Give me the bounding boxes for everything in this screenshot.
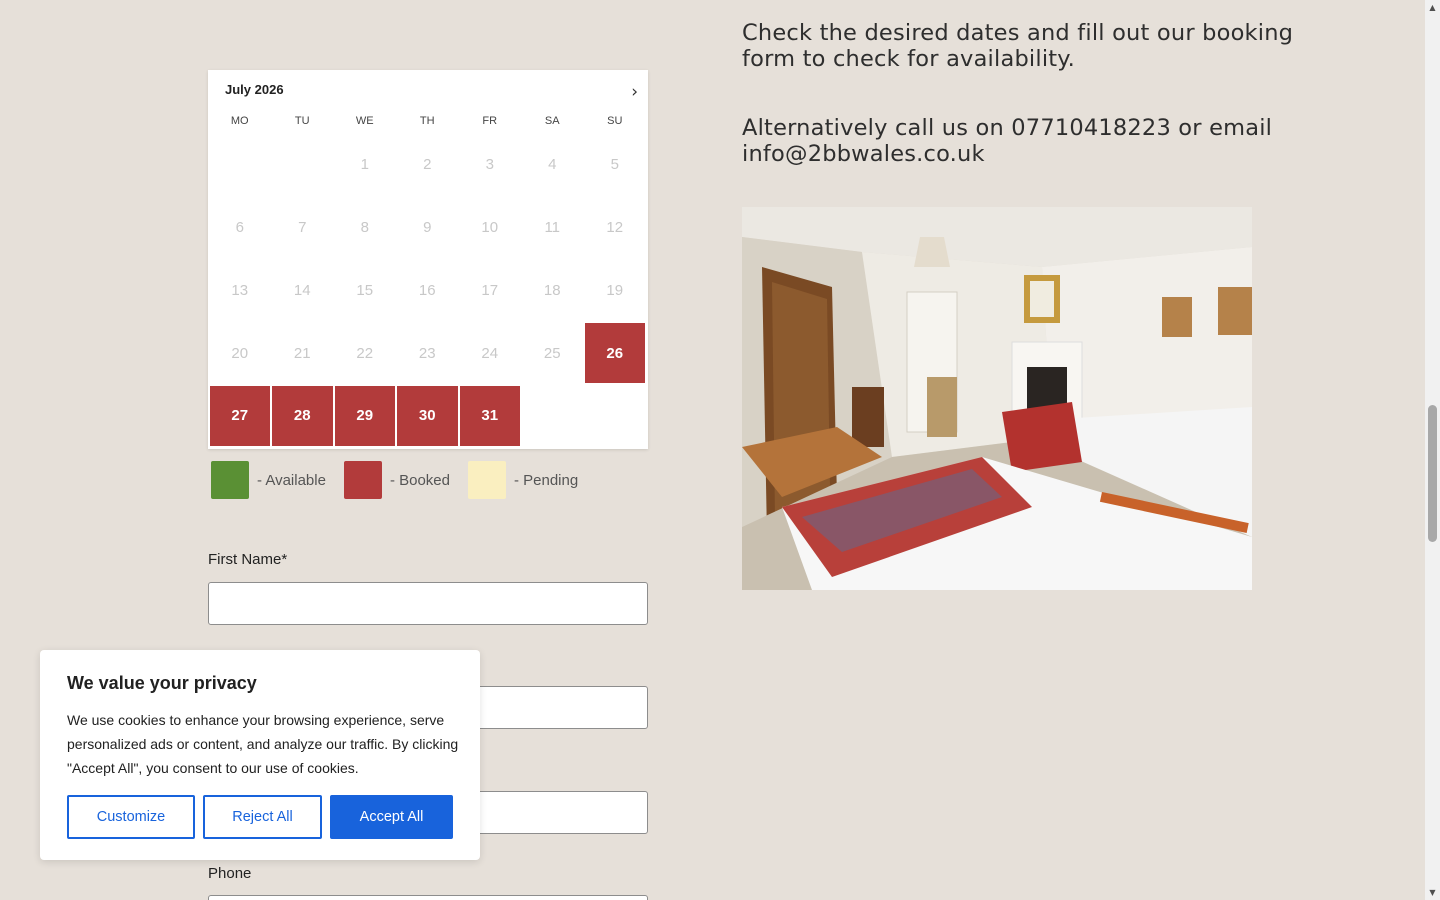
calendar-day: 6	[235, 219, 244, 237]
calendar-day: 21	[293, 344, 311, 362]
calendar-day-booked: 29	[334, 385, 395, 447]
calendar-day: 11	[544, 219, 561, 237]
chevron-right-icon[interactable]: ›	[631, 82, 638, 102]
calendar-day: 25	[543, 344, 561, 362]
calendar-day: 4	[548, 156, 557, 174]
calendar-day: 23	[418, 344, 436, 362]
weekday-label: SA	[544, 115, 560, 127]
calendar-day: 17	[481, 281, 499, 299]
contact-info: Alternatively call us on 07710418223 or …	[742, 115, 1273, 167]
calendar-day: 12	[606, 219, 624, 237]
calendar-day: 7	[298, 219, 307, 237]
page-scrollbar[interactable]: ▲ ▼	[1425, 0, 1440, 900]
availability-calendar: July 2026 › MO TU WE TH FR SA SU 1 2 3 4 5 6 7 8 9 10 11…	[208, 70, 648, 449]
first-name-input[interactable]	[208, 582, 648, 625]
calendar-day: 24	[481, 344, 499, 362]
legend-label-booked: - Booked	[389, 471, 450, 489]
accept-all-button[interactable]: Accept All	[330, 795, 453, 839]
calendar-day-booked: 27	[209, 385, 270, 447]
calendar-day: 2	[423, 156, 432, 174]
reject-all-button[interactable]: Reject All	[203, 795, 322, 839]
calendar-day: 10	[481, 219, 499, 237]
cookie-title: We value your privacy	[67, 673, 257, 693]
calendar-day: 13	[231, 281, 249, 299]
booking-instructions: Check the desired dates and fill out our…	[742, 20, 1294, 72]
calendar-day: 14	[293, 281, 311, 299]
weekday-label: FR	[482, 115, 498, 127]
cookie-description: We use cookies to enhance your browsing …	[67, 712, 459, 776]
legend-pending: - Pending	[467, 461, 579, 499]
weekday-label: WE	[355, 115, 374, 127]
legend-swatch-available	[211, 461, 249, 499]
first-name-label: First Name*	[208, 551, 288, 568]
calendar-day: 15	[356, 281, 374, 299]
weekday-label: TH	[419, 115, 435, 127]
legend-booked: - Booked	[343, 461, 450, 499]
calendar-day: 3	[485, 156, 494, 174]
calendar-day: 19	[606, 281, 624, 299]
calendar-day: 20	[231, 344, 249, 362]
calendar-day: 1	[360, 156, 369, 174]
scroll-down-arrow-icon[interactable]: ▼	[1425, 885, 1440, 900]
legend-label-pending: - Pending	[513, 471, 579, 489]
bedroom-illustration	[742, 207, 1252, 590]
weekday-label: MO	[230, 115, 249, 127]
calendar-day: 5	[610, 156, 619, 174]
legend-label-available: - Available	[257, 471, 326, 489]
calendar-month-label: July 2026	[225, 82, 284, 97]
twin-bedroom-photo	[742, 207, 1252, 590]
calendar-day-booked: 30	[397, 385, 458, 447]
calendar-day: 9	[423, 219, 432, 237]
calendar-day: 8	[360, 219, 369, 237]
cookie-consent-banner: We value your privacy We use cookies to …	[40, 650, 480, 860]
customize-button[interactable]: Customize	[67, 795, 195, 839]
weekday-label: TU	[294, 115, 310, 127]
legend-swatch-pending	[467, 461, 506, 499]
calendar-day-booked: 28	[272, 385, 333, 447]
calendar-weekday-header: MO TU WE TH FR SA SU	[208, 115, 648, 129]
legend-available: - Available	[211, 461, 326, 499]
weekday-label: SU	[607, 115, 623, 127]
phone-label: Phone	[208, 865, 252, 882]
calendar-day-booked: 26	[584, 322, 645, 384]
scrollbar-thumb[interactable]	[1428, 405, 1437, 542]
calendar-day: 22	[356, 344, 374, 362]
calendar-day: 16	[418, 281, 436, 299]
calendar-day: 18	[543, 281, 561, 299]
legend-swatch-booked	[343, 461, 382, 499]
phone-input[interactable]	[208, 895, 648, 900]
calendar-day-booked: 31	[459, 385, 520, 447]
calendar-legend: - Available - Booked - Pending	[211, 461, 596, 499]
scroll-up-arrow-icon[interactable]: ▲	[1425, 0, 1440, 15]
